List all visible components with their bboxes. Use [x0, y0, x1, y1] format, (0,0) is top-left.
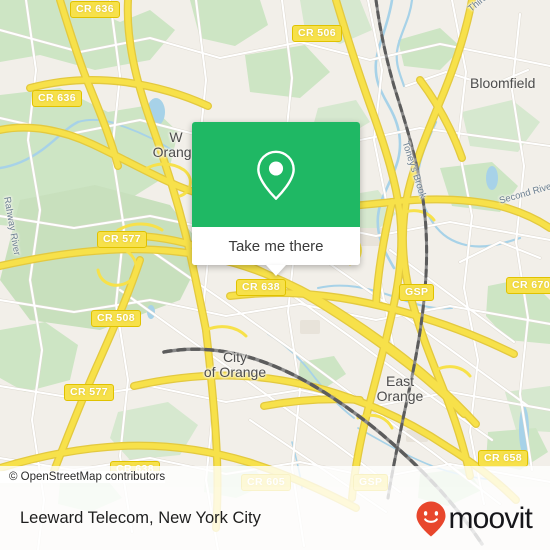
- road-shield-cr-577-lower: CR 577: [64, 384, 115, 401]
- osm-attribution-text[interactable]: © OpenStreetMap contributors: [0, 470, 166, 483]
- road-shield-cr-506: CR 506: [292, 25, 343, 42]
- place-label-bloomfield: Bloomfield: [470, 75, 536, 91]
- map-pin-icon: [257, 150, 295, 200]
- take-me-there-button[interactable]: Take me there: [192, 227, 360, 265]
- place-label-city-of-orange: City of Orange: [203, 349, 267, 380]
- road-shield-gsp-upper: GSP: [399, 284, 435, 301]
- footer-bar: Leeward Telecom, New York City moovit: [0, 487, 550, 550]
- road-shield-cr-577-upper: CR 577: [97, 231, 148, 248]
- moovit-pin-smiley-icon: [416, 501, 446, 536]
- popup-tail: [266, 265, 286, 276]
- road-shield-cr-670: CR 670: [506, 277, 550, 294]
- road-shield-cr-636-left: CR 636: [32, 90, 83, 107]
- map-screenshot: .pk{fill:#cde5c4} .pk2{fill:#d6e8cf} .wo…: [0, 0, 550, 550]
- moovit-logo[interactable]: moovit: [415, 500, 533, 538]
- place-label-east-orange: East Orange: [376, 373, 424, 404]
- popup-pin-area: [192, 122, 360, 227]
- location-title: Leeward Telecom, New York City: [20, 509, 261, 527]
- location-popup-card[interactable]: Take me there: [192, 122, 360, 276]
- road-shield-cr-508: CR 508: [91, 310, 142, 327]
- road-shield-cr-658: CR 658: [478, 450, 529, 467]
- road-shield-cr-636-top: CR 636: [70, 1, 121, 18]
- road-shield-cr-638-mid: CR 638: [236, 279, 287, 296]
- moovit-wordmark: moovit: [448, 501, 532, 535]
- map-attribution-bar: © OpenStreetMap contributors: [0, 466, 550, 487]
